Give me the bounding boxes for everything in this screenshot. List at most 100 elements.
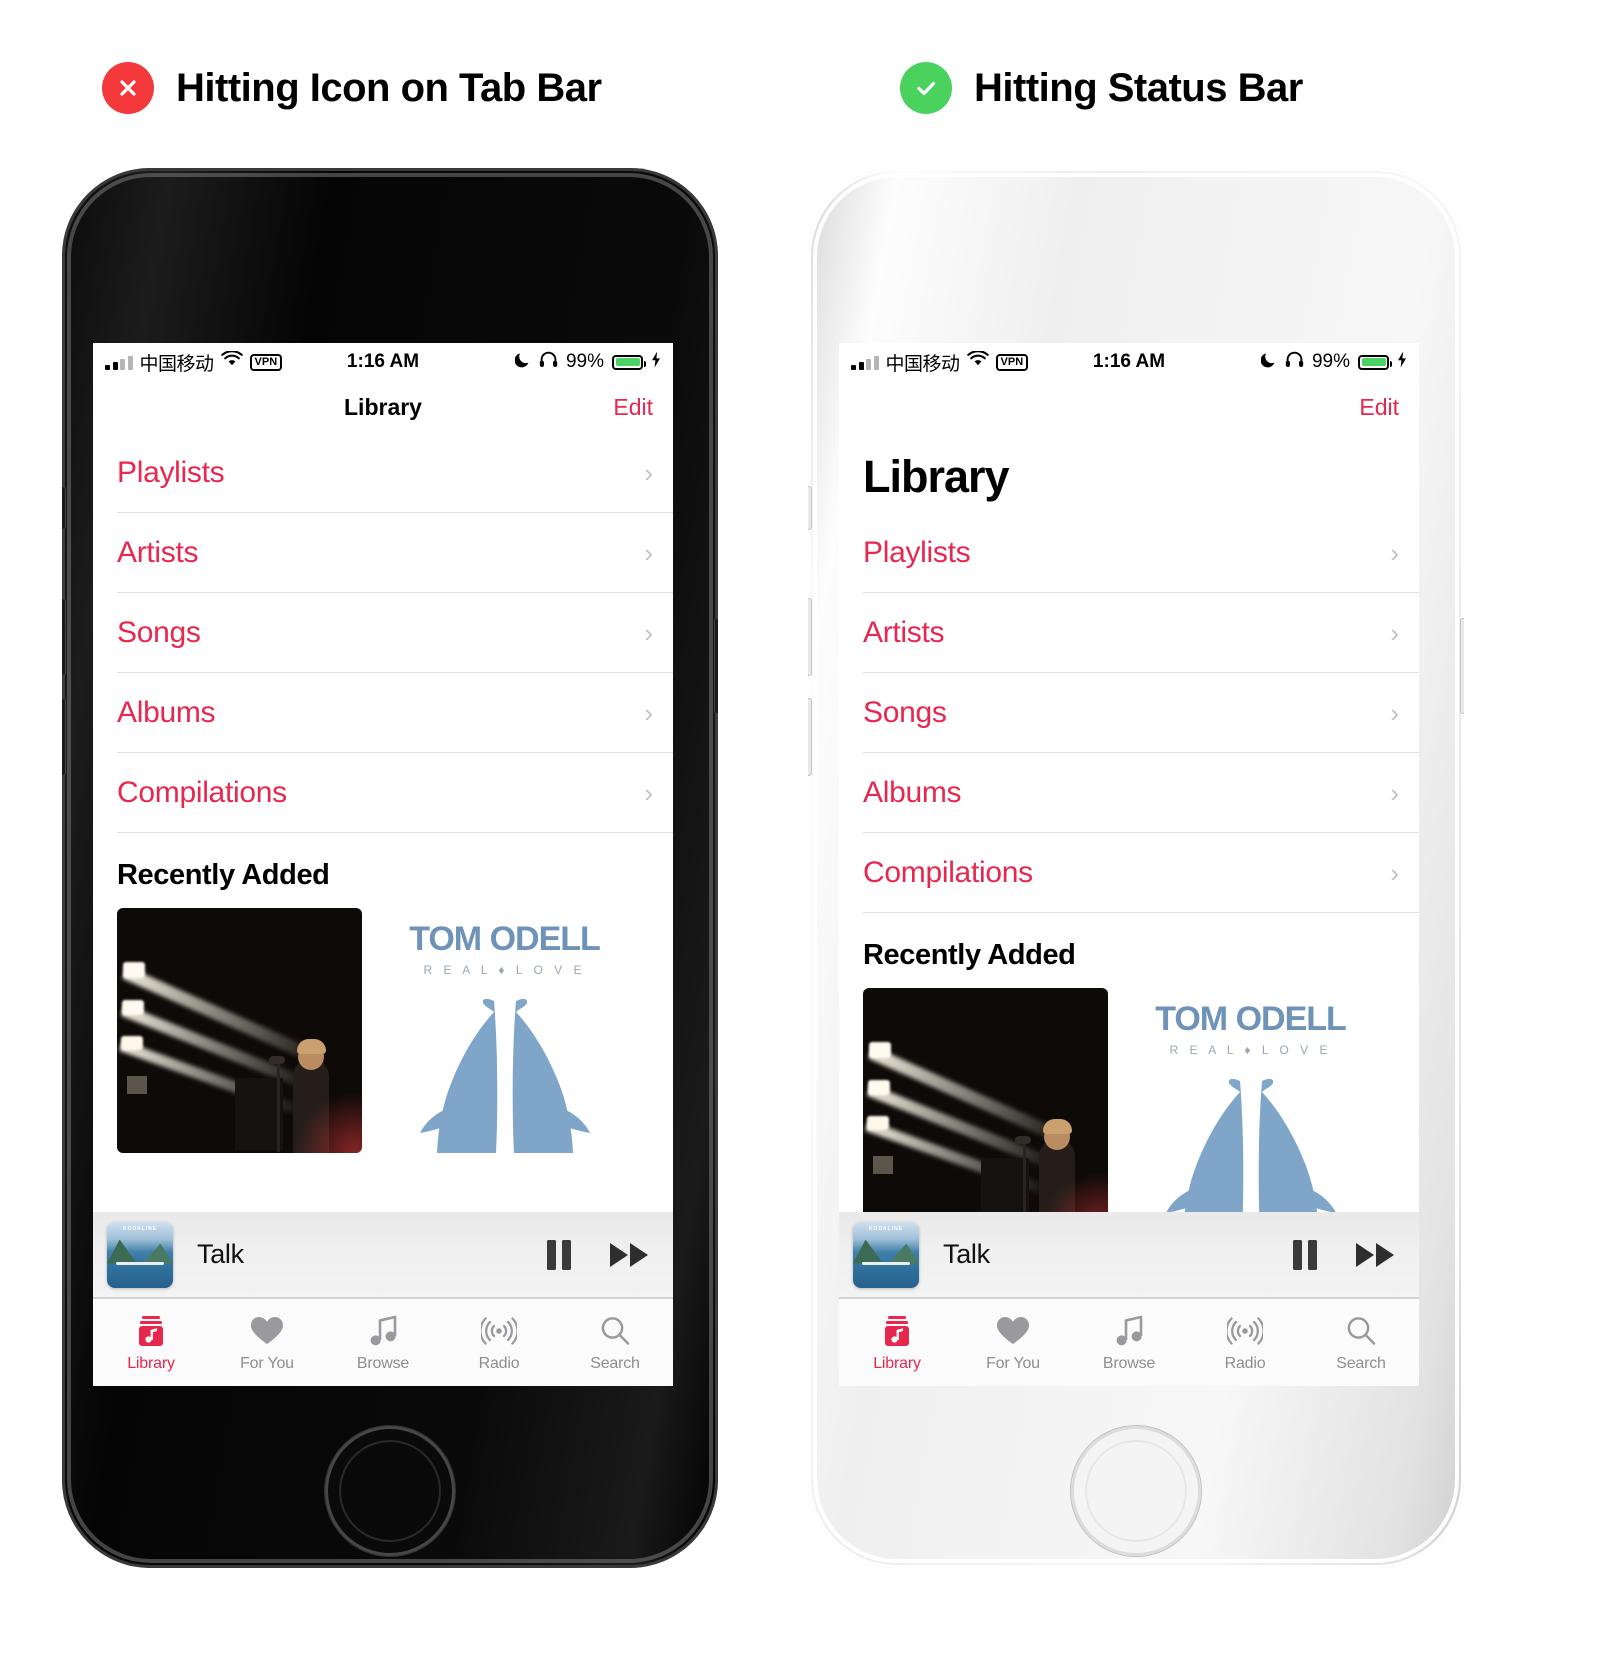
chevron-right-icon: › (1390, 697, 1399, 728)
home-button-left[interactable] (325, 1426, 455, 1556)
now-playing-artwork[interactable]: KODALINE (107, 1221, 173, 1288)
section-title-recently-added: Recently Added (863, 939, 1076, 971)
library-icon (882, 1313, 912, 1349)
list-item[interactable]: Compilations › (117, 753, 673, 833)
carrier-label: 中国移动 (139, 353, 215, 375)
edit-button-right[interactable]: Edit (1359, 394, 1399, 421)
edit-button-left[interactable]: Edit (613, 394, 653, 421)
chevron-right-icon: › (644, 777, 653, 808)
heading-fail: Hitting Icon on Tab Bar (102, 62, 602, 114)
tab-bar-right[interactable]: Library For You Browse Radio Search (839, 1298, 1419, 1386)
headphones-icon (539, 351, 558, 374)
volume-up-right[interactable] (808, 598, 812, 676)
tab-label: Search (590, 1354, 640, 1372)
tab-label: Radio (478, 1354, 520, 1372)
mini-player-left[interactable]: KODALINE Talk (93, 1212, 673, 1298)
list-item-label: Albums (863, 775, 962, 809)
library-list-left: Playlists › Artists › Songs › Albums › C… (93, 433, 673, 833)
tab-browse[interactable]: Browse (1071, 1299, 1187, 1386)
tab-label: Search (1336, 1354, 1386, 1372)
silent-switch-right[interactable] (808, 486, 812, 530)
search-icon (599, 1313, 631, 1349)
tab-library[interactable]: Library (93, 1299, 209, 1386)
nav-title-left: Library (344, 393, 422, 420)
album-tile-tom-odell[interactable]: TOM ODELL R E A L ♦ L O V E (382, 908, 627, 1153)
tab-label: Library (127, 1354, 175, 1372)
chevron-right-icon: › (644, 457, 653, 488)
tab-for-you[interactable]: For You (955, 1299, 1071, 1386)
list-item[interactable]: Artists › (863, 593, 1419, 673)
home-button-right[interactable] (1071, 1426, 1201, 1556)
tab-library[interactable]: Library (839, 1299, 955, 1386)
chevron-right-icon: › (1390, 777, 1399, 808)
moon-icon (514, 351, 531, 374)
list-item[interactable]: Compilations › (863, 833, 1419, 913)
tab-label: Browse (356, 1354, 410, 1372)
list-item[interactable]: Songs › (863, 673, 1419, 753)
tab-for-you[interactable]: For You (209, 1299, 325, 1386)
volume-up-left[interactable] (62, 598, 66, 676)
now-playing-title: Talk (197, 1239, 244, 1269)
penguins-illustration (1166, 1078, 1336, 1233)
fast-forward-icon[interactable] (1355, 1240, 1397, 1270)
wifi-icon (966, 350, 989, 373)
vpn-badge: VPN (249, 353, 283, 371)
chevron-right-icon: › (644, 617, 653, 648)
tom-odell-artwork: TOM ODELL R E A L ♦ L O V E (1128, 988, 1373, 1233)
list-item-label: Compilations (117, 775, 287, 809)
tab-radio[interactable]: Radio (1187, 1299, 1303, 1386)
status-time: 1:16 AM (346, 351, 420, 372)
album-artist-label: TOM ODELL (409, 920, 601, 958)
music-note-icon (1114, 1313, 1144, 1349)
album-title-label: R E A L ♦ L O V E (1169, 1043, 1332, 1057)
album-title-label: R E A L ♦ L O V E (423, 963, 586, 977)
chevron-right-icon: › (1390, 537, 1399, 568)
recently-added-albums-left: TOM ODELL R E A L ♦ L O V E (93, 908, 673, 1153)
volume-down-left[interactable] (62, 698, 66, 776)
power-button-right[interactable] (1460, 618, 1464, 714)
power-button-left[interactable] (714, 618, 718, 714)
search-icon (1345, 1313, 1377, 1349)
pause-icon[interactable] (547, 1239, 571, 1270)
tab-search[interactable]: Search (557, 1299, 673, 1386)
tab-search[interactable]: Search (1303, 1299, 1419, 1386)
album-tile-tom-odell[interactable]: TOM ODELL R E A L ♦ L O V E (1128, 988, 1373, 1233)
vpn-badge: VPN (995, 353, 1029, 371)
list-item[interactable]: Artists › (117, 513, 673, 593)
list-item[interactable]: Songs › (117, 593, 673, 673)
tab-browse[interactable]: Browse (325, 1299, 441, 1386)
volume-down-right[interactable] (808, 698, 812, 776)
list-item[interactable]: Playlists › (117, 433, 673, 513)
status-bar-left[interactable]: 中国移动 VPN 1:16 AM 99% (93, 343, 673, 381)
now-playing-artwork[interactable]: KODALINE (853, 1221, 919, 1288)
status-bar-right[interactable]: 中国移动 VPN 1:16 AM 99% (839, 343, 1419, 381)
chevron-right-icon: › (1390, 857, 1399, 888)
list-item[interactable]: Playlists › (863, 513, 1419, 593)
mini-player-right[interactable]: KODALINE Talk (839, 1212, 1419, 1298)
album-tile-concert[interactable] (117, 908, 362, 1153)
list-item[interactable]: Albums › (863, 753, 1419, 833)
penguins-illustration (420, 998, 590, 1153)
list-item-label: Artists (117, 535, 199, 569)
battery-icon (1358, 354, 1392, 370)
tab-bar-left[interactable]: Library For You Browse Radio Search (93, 1298, 673, 1386)
tom-odell-artwork: TOM ODELL R E A L ♦ L O V E (382, 908, 627, 1153)
tab-radio[interactable]: Radio (441, 1299, 557, 1386)
pause-icon[interactable] (1293, 1239, 1317, 1270)
artwork-artist-label: KODALINE (868, 1225, 904, 1232)
list-item[interactable]: Albums › (117, 673, 673, 753)
list-item-label: Artists (863, 615, 945, 649)
tab-label: Radio (1224, 1354, 1266, 1372)
tab-label: Library (873, 1354, 921, 1372)
iphone-device-left: 中国移动 VPN 1:16 AM 99% Library Edit Playli… (62, 168, 718, 1568)
headphones-icon (1285, 351, 1304, 374)
album-tile-concert[interactable] (863, 988, 1108, 1233)
chevron-right-icon: › (1390, 617, 1399, 648)
list-item-label: Compilations (863, 855, 1033, 889)
fast-forward-icon[interactable] (609, 1240, 651, 1270)
nav-bar-left: Library Edit (93, 381, 673, 433)
x-circle-icon (102, 62, 154, 114)
silent-switch-left[interactable] (62, 486, 66, 530)
heading-pass-label: Hitting Status Bar (974, 65, 1303, 110)
radio-waves-icon (481, 1313, 517, 1349)
